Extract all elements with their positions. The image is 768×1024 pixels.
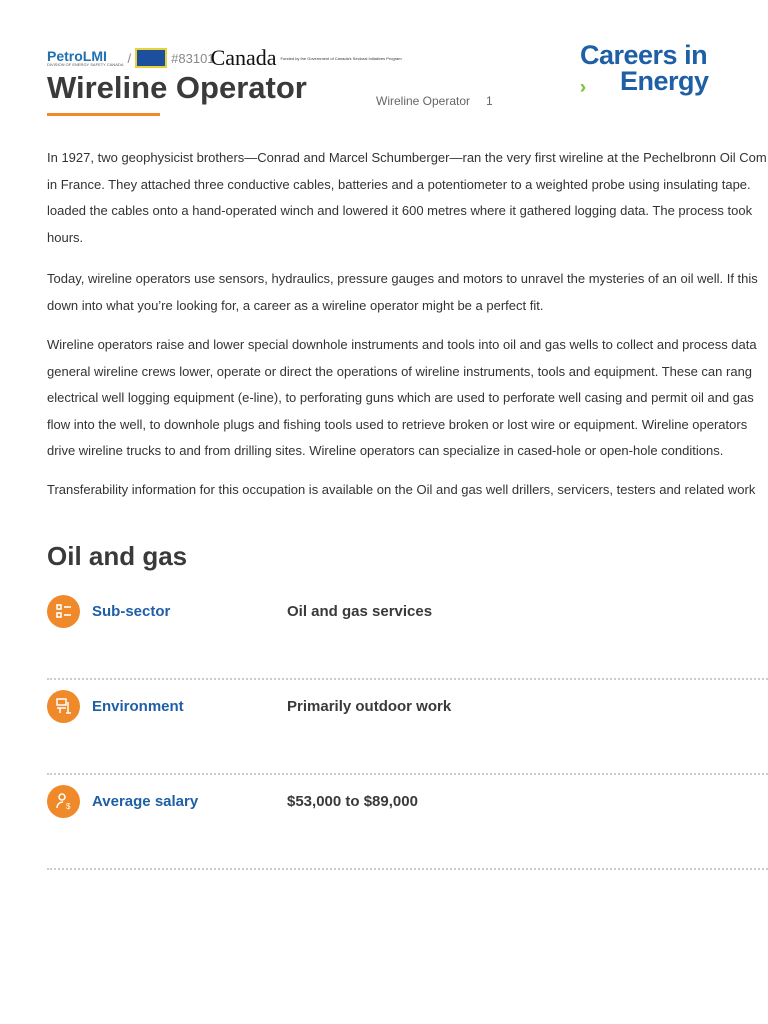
row-label: Environment bbox=[92, 697, 184, 715]
salary-icon: $ bbox=[47, 784, 80, 818]
divider bbox=[47, 773, 768, 775]
row-label: Average salary bbox=[92, 792, 199, 810]
funding-note: Funded by the Government of Canada's Sec… bbox=[280, 55, 402, 61]
text-line: Wireline operators raise and lower speci… bbox=[47, 337, 757, 352]
petrolmi-subtext: DIVISION OF ENERGY SAFETY CANADA bbox=[47, 61, 124, 67]
info-row-environment: Environment Primarily outdoor work bbox=[47, 689, 768, 723]
title-underline bbox=[47, 113, 160, 116]
paragraph-history: In 1927, two geophysicist brothers—Conra… bbox=[47, 145, 768, 251]
text-line: loaded the cables onto a hand-operated w… bbox=[47, 203, 753, 218]
breadcrumb-separator: / bbox=[127, 50, 132, 66]
environment-icon bbox=[47, 689, 80, 723]
paragraph-transferability: Transferability information for this occ… bbox=[47, 477, 768, 504]
text-line: in France. They attached three conductiv… bbox=[47, 176, 751, 192]
text-line: down into what you’re looking for, a car… bbox=[47, 297, 544, 313]
row-value: Primarily outdoor work bbox=[287, 697, 452, 715]
occupation-code: #83101 bbox=[171, 50, 215, 66]
text-line: hours. bbox=[47, 229, 84, 245]
logo-line-2: Energy bbox=[620, 66, 709, 96]
text-line: general wireline crews lower, operate or… bbox=[47, 363, 753, 379]
text-line: flow into the well, to downhole plugs an… bbox=[47, 416, 748, 432]
logo-line-1: Careers in bbox=[580, 40, 708, 70]
text-line[interactable]: Transferability information for this occ… bbox=[47, 477, 768, 504]
divider bbox=[47, 678, 768, 680]
header-breadcrumb: PetroLMI DIVISION OF ENERGY SAFETY CANADA… bbox=[47, 45, 402, 71]
text-line: electrical well logging equipment (e-lin… bbox=[47, 390, 754, 405]
petrolmi-logo[interactable]: PetroLMI DIVISION OF ENERGY SAFETY CANADA bbox=[47, 49, 124, 67]
section-title: Oil and gas bbox=[47, 541, 188, 571]
text-line: drive wireline trucks to and from drilli… bbox=[47, 443, 724, 458]
row-value: Oil and gas services bbox=[287, 602, 433, 620]
paragraph-duties: Wireline operators raise and lower speci… bbox=[47, 332, 768, 465]
energy-safety-canada-logo bbox=[135, 48, 168, 68]
careers-in-energy-logo[interactable]: Careers in ›››Energy bbox=[580, 40, 709, 98]
svg-text:$: $ bbox=[66, 802, 71, 810]
text-line: In 1927, two geophysicist brothers—Conra… bbox=[47, 150, 767, 165]
page-subtitle: Wireline Operator bbox=[376, 94, 471, 108]
page-title: Wireline Operator bbox=[47, 70, 307, 105]
row-value: $53,000 to $89,000 bbox=[287, 792, 418, 810]
list-icon bbox=[47, 594, 80, 628]
page-number: 1 bbox=[486, 94, 493, 108]
info-row-sub-sector: Sub-sector Oil and gas services bbox=[47, 594, 768, 628]
info-row-average-salary: $ Average salary $53,000 to $89,000 bbox=[47, 784, 768, 818]
canada-wordmark: Canada bbox=[210, 45, 277, 70]
paragraph-today: Today, wireline operators use sensors, h… bbox=[47, 266, 768, 319]
text-line: Today, wireline operators use sensors, h… bbox=[47, 271, 758, 286]
row-label: Sub-sector bbox=[92, 602, 171, 620]
divider bbox=[47, 868, 768, 870]
